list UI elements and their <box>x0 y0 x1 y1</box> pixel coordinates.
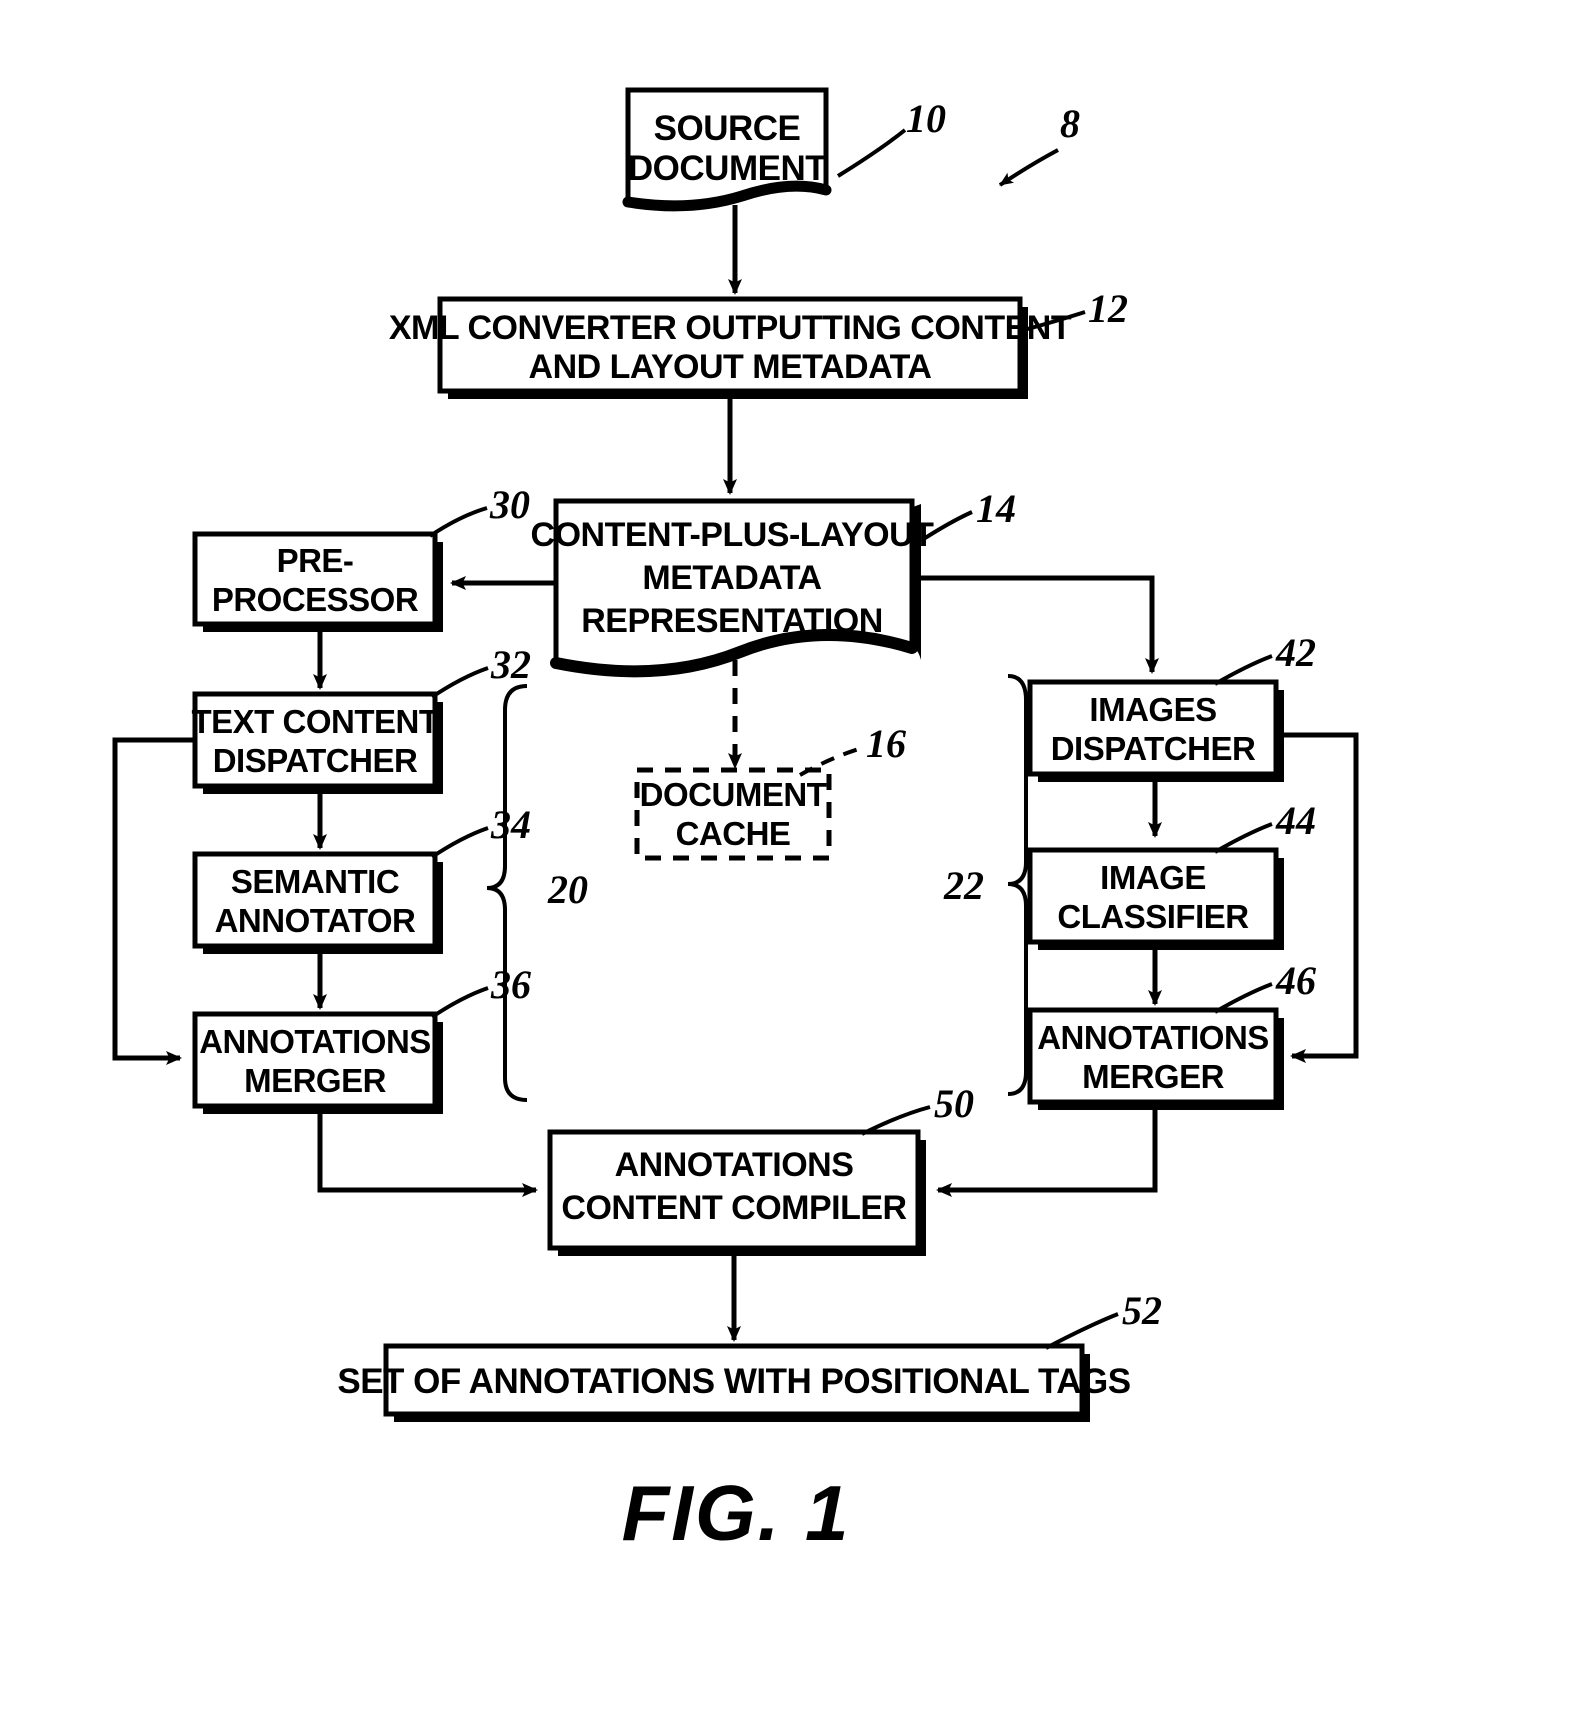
ref-50: 50 <box>934 1081 974 1126</box>
annotations-merger-text-line1: ANNOTATIONS <box>199 1023 431 1060</box>
ref-32: 32 <box>490 642 531 687</box>
image-classifier-line1: IMAGE <box>1100 859 1206 896</box>
ref-16: 16 <box>866 721 906 766</box>
images-dispatcher-line2: DISPATCHER <box>1051 730 1256 767</box>
node-document-cache: DOCUMENT CACHE <box>634 767 832 861</box>
images-dispatcher-line1: IMAGES <box>1089 691 1216 728</box>
semantic-annotator-line1: SEMANTIC <box>231 863 399 900</box>
ref-20: 20 <box>547 867 588 912</box>
annotations-merger-images-line1: ANNOTATIONS <box>1037 1019 1269 1056</box>
node-annotations-merger-text: ANNOTATIONS MERGER <box>192 1011 443 1114</box>
arrow-cpl-to-images-dispatcher <box>912 575 1159 674</box>
leader-16 <box>799 746 863 777</box>
node-annotations-merger-images: ANNOTATIONS MERGER <box>1027 1007 1284 1110</box>
leader-34 <box>430 826 489 859</box>
node-content-plus-layout: CONTENT-PLUS-LAYOUT METADATA REPRESENTAT… <box>531 498 935 678</box>
set-of-annotations-line1: SET OF ANNOTATIONS WITH POSITIONAL TAGS <box>337 1362 1130 1401</box>
figure-caption: FIG. 1 <box>622 1469 851 1557</box>
ref-14: 14 <box>976 486 1016 531</box>
source-document-line2: DOCUMENT <box>628 149 826 188</box>
ref-52: 52 <box>1122 1288 1162 1333</box>
leader-10 <box>836 128 907 178</box>
pre-processor-line1: PRE- <box>277 542 354 579</box>
node-image-classifier: IMAGE CLASSIFIER <box>1027 847 1284 950</box>
node-images-dispatcher: IMAGES DISPATCHER <box>1027 679 1284 782</box>
arrow-text-merger-to-compiler <box>317 1110 538 1197</box>
ref-46: 46 <box>1275 958 1316 1003</box>
bracket-text-pipeline <box>486 684 528 1102</box>
source-document-line1: SOURCE <box>654 109 801 148</box>
node-set-of-annotations: SET OF ANNOTATIONS WITH POSITIONAL TAGS <box>337 1343 1131 1422</box>
xml-converter-line2: AND LAYOUT METADATA <box>529 348 932 386</box>
figure-canvas: SOURCE DOCUMENT 10 8 XML CONVERTER OUTPU… <box>112 87 1359 1557</box>
compiler-line2: CONTENT COMPILER <box>561 1189 906 1227</box>
ref-8: 8 <box>1060 101 1080 146</box>
document-cache-line1: DOCUMENT <box>640 776 827 813</box>
feedback-images-dispatcher-to-merger <box>1276 732 1359 1063</box>
annotations-merger-text-line2: MERGER <box>244 1062 387 1099</box>
text-dispatcher-line2: DISPATCHER <box>213 742 418 779</box>
compiler-line1: ANNOTATIONS <box>615 1146 854 1184</box>
node-source-document: SOURCE DOCUMENT <box>622 87 832 212</box>
node-xml-converter: XML CONVERTER OUTPUTTING CONTENT AND LAY… <box>389 296 1072 399</box>
ref-34: 34 <box>490 802 531 847</box>
ref-30: 30 <box>489 482 530 527</box>
leader-36 <box>430 986 489 1019</box>
feedback-text-dispatcher-to-merger <box>112 737 195 1065</box>
node-annotations-content-compiler: ANNOTATIONS CONTENT COMPILER <box>547 1129 926 1256</box>
ref-22: 22 <box>943 863 984 908</box>
leader-32 <box>430 666 489 699</box>
document-cache-line2: CACHE <box>676 815 791 852</box>
leader-30 <box>428 506 488 538</box>
bracket-image-pipeline <box>1007 674 1028 1096</box>
ref-42: 42 <box>1275 630 1316 675</box>
cpl-line2: METADATA <box>642 559 821 597</box>
patent-figure: SOURCE DOCUMENT 10 8 XML CONVERTER OUTPU… <box>0 0 1592 1734</box>
ref-36: 36 <box>490 962 531 1007</box>
xml-converter-line1: XML CONVERTER OUTPUTTING CONTENT <box>389 309 1072 347</box>
ref-44: 44 <box>1275 798 1316 843</box>
text-dispatcher-line1: TEXT CONTENT <box>192 703 439 740</box>
ref-12: 12 <box>1088 286 1128 331</box>
cpl-line1: CONTENT-PLUS-LAYOUT <box>531 516 935 554</box>
annotations-merger-images-line2: MERGER <box>1082 1058 1225 1095</box>
image-classifier-line2: CLASSIFIER <box>1057 898 1249 935</box>
semantic-annotator-line2: ANNOTATOR <box>215 902 416 939</box>
node-text-content-dispatcher: TEXT CONTENT DISPATCHER <box>192 691 443 794</box>
cpl-line3: REPRESENTATION <box>581 602 883 640</box>
leader-52 <box>1045 1312 1119 1350</box>
ref-10: 10 <box>906 96 946 141</box>
leader-8 <box>998 148 1059 187</box>
node-semantic-annotator: SEMANTIC ANNOTATOR <box>192 851 443 954</box>
pre-processor-line2: PROCESSOR <box>212 581 419 618</box>
node-pre-processor: PRE- PROCESSOR <box>192 531 443 632</box>
